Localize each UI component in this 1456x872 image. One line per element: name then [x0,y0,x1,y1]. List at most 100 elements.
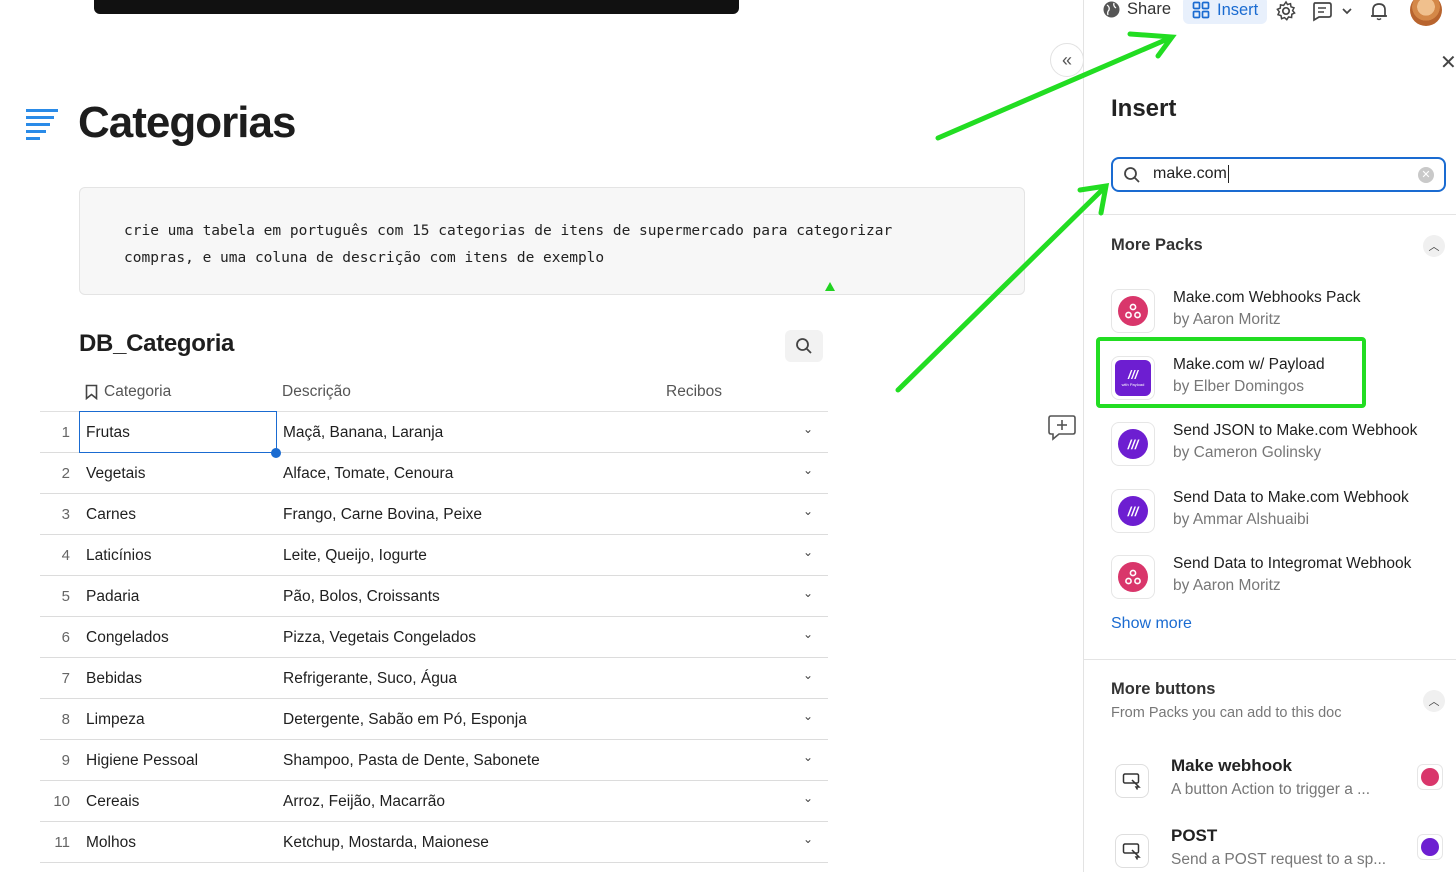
pack-item[interactable]: /// Send Data to Make.com Webhook by Ammar… [1111,485,1451,537]
cell-categoria[interactable]: Laticínios [86,547,151,565]
pack-author: by Ammar Alshuaibi [1173,511,1310,528]
chevron-down-icon[interactable]: ⌄ [803,709,813,723]
chevron-down-icon[interactable]: ⌄ [803,545,813,559]
pack-name: Send Data to Integromat Webhook [1173,555,1412,572]
comments-icon[interactable] [1311,0,1333,22]
chevron-down-icon[interactable]: ⌄ [803,668,813,682]
cell-categoria[interactable]: Molhos [86,834,136,852]
pack-logo: ///with Payload [1111,356,1155,400]
table-header: Categoria Descrição Recibos [40,372,828,412]
chevron-down-icon[interactable]: ⌄ [803,627,813,641]
share-button[interactable]: Share [1102,0,1171,19]
chevron-down-icon[interactable]: ⌄ [803,586,813,600]
row-number: 2 [61,465,70,482]
table-row[interactable]: 10 Cereais Arroz, Feijão, Macarrão ⌄ [40,781,828,822]
chevron-down-icon[interactable]: ⌄ [803,422,813,436]
button-item[interactable]: POST Send a POST request to a sp... [1111,826,1451,872]
make-payload-logo: ///with Payload [1115,360,1151,396]
cell-categoria[interactable]: Carnes [86,506,136,524]
button-name: Make webhook [1171,756,1292,775]
chevron-down-icon[interactable]: ⌄ [803,791,813,805]
cell-categoria[interactable]: Bebidas [86,670,142,688]
collapse-panel-button[interactable]: « [1050,43,1084,77]
row-number: 6 [61,629,70,646]
table-row[interactable]: 7 Bebidas Refrigerante, Suco, Água ⌄ [40,658,828,699]
search-input[interactable]: make.com ✕ [1111,157,1446,192]
button-cursor-icon [1115,764,1149,798]
table-row[interactable]: 4 Laticínios Leite, Queijo, Iogurte ⌄ [40,535,828,576]
pack-logo [1111,555,1155,599]
more-buttons-subtitle: From Packs you can add to this doc [1111,705,1342,721]
cell-descricao[interactable]: Shampoo, Pasta de Dente, Sabonete [283,752,540,770]
column-header-descricao[interactable]: Descrição [282,383,351,401]
avatar[interactable] [1410,0,1442,26]
button-item[interactable]: Make webhook A button Action to trigger a… [1111,756,1451,814]
column-header-recibos[interactable]: Recibos [666,383,722,401]
cell-descricao[interactable]: Leite, Queijo, Iogurte [283,547,427,565]
table-row[interactable]: 2 Vegetais Alface, Tomate, Cenoura ⌄ [40,453,828,494]
chevron-down-icon[interactable]: ⌄ [803,463,813,477]
cell-descricao[interactable]: Alface, Tomate, Cenoura [283,465,453,483]
pack-name: Send JSON to Make.com Webhook [1173,422,1418,439]
insert-button[interactable]: Insert [1183,0,1268,24]
table-row[interactable]: 5 Padaria Pão, Bolos, Croissants ⌄ [40,576,828,617]
cell-categoria[interactable]: Padaria [86,588,139,606]
cell-categoria[interactable]: Congelados [86,629,169,647]
chevron-up-icon[interactable]: ︿ [1423,235,1445,257]
cell-descricao[interactable]: Refrigerante, Suco, Água [283,670,457,688]
gear-icon[interactable] [1275,0,1297,22]
bell-icon[interactable] [1368,0,1390,22]
cell-descricao[interactable]: Arroz, Feijão, Macarrão [283,793,445,811]
table-row[interactable]: 8 Limpeza Detergente, Sabão em Pó, Esponja… [40,699,828,740]
pack-author: by Elber Domingos [1173,378,1304,395]
table-body: 1 Frutas Maçã, Banana, Laranja ⌄ 2 Vegetais Al… [40,411,828,863]
cell-descricao[interactable]: Pizza, Vegetais Congelados [283,629,476,647]
cell-categoria[interactable]: Limpeza [86,711,145,729]
table-row[interactable]: 3 Carnes Frango, Carne Bovina, Peixe ⌄ [40,494,828,535]
more-buttons-title: More buttons [1111,680,1216,698]
make-logo [1417,834,1443,860]
make-logo: /// [1118,429,1148,459]
top-dark-bar [94,0,739,14]
cell-categoria[interactable]: Vegetais [86,465,145,483]
row-number: 1 [61,424,70,441]
table-row[interactable]: 1 Frutas Maçã, Banana, Laranja ⌄ [40,411,828,458]
cell-categoria[interactable]: Cereais [86,793,139,811]
show-more-link[interactable]: Show more [1111,615,1192,633]
chevron-up-icon[interactable]: ︿ [1423,690,1445,712]
cell-descricao[interactable]: Frango, Carne Bovina, Peixe [283,506,482,524]
button-description: Send a POST request to a sp... [1171,851,1387,868]
chevron-down-icon[interactable]: ⌄ [803,832,813,846]
close-icon[interactable]: ✕ [1440,50,1456,75]
chevron-down-icon[interactable]: ⌄ [803,504,813,518]
chevron-down-icon[interactable]: ⌄ [803,750,813,764]
button-description: A button Action to trigger a ... [1171,781,1371,798]
table-search-button[interactable] [785,330,823,362]
chevron-down-icon[interactable] [1340,0,1354,22]
divider [1084,659,1456,660]
make-logo: /// [1118,496,1148,526]
pack-item[interactable]: /// Send JSON to Make.com Webhook by Camer… [1111,418,1451,470]
cell-descricao[interactable]: Pão, Bolos, Croissants [283,588,440,606]
clear-search-icon[interactable]: ✕ [1418,166,1434,183]
ai-prompt-line: crie uma tabela em português com 15 cate… [124,223,893,239]
row-number: 7 [61,670,70,687]
column-header-categoria[interactable]: Categoria [85,383,171,401]
cell-descricao[interactable]: Detergente, Sabão em Pó, Esponja [283,711,527,729]
ai-prompt-line: compras, e uma coluna de descrição com i… [124,250,605,266]
pack-item[interactable]: Make.com Webhooks Pack by Aaron Moritz [1111,285,1451,337]
table-row[interactable]: 11 Molhos Ketchup, Mostarda, Maionese ⌄ [40,822,828,863]
button-cursor-icon [1115,834,1149,868]
cell-descricao[interactable]: Maçã, Banana, Laranja [283,424,443,442]
ai-prompt-block[interactable]: crie uma tabela em português com 15 cate… [79,187,1025,295]
cell-descricao[interactable]: Ketchup, Mostarda, Maionese [283,834,489,852]
pack-item[interactable]: Send Data to Integromat Webhook by Aaron … [1111,551,1451,603]
pack-item[interactable]: ///with Payload Make.com w/ Payload by Elb… [1111,352,1451,404]
table-row[interactable]: 9 Higiene Pessoal Shampoo, Pasta de Dente,… [40,740,828,781]
more-packs-title: More Packs [1111,236,1203,254]
table-row[interactable]: 6 Congelados Pizza, Vegetais Congelados ⌄ [40,617,828,658]
selected-cell-outline [79,411,277,453]
cell-categoria[interactable]: Higiene Pessoal [86,752,198,770]
add-comment-icon[interactable] [1047,413,1077,441]
search-icon [796,338,812,354]
